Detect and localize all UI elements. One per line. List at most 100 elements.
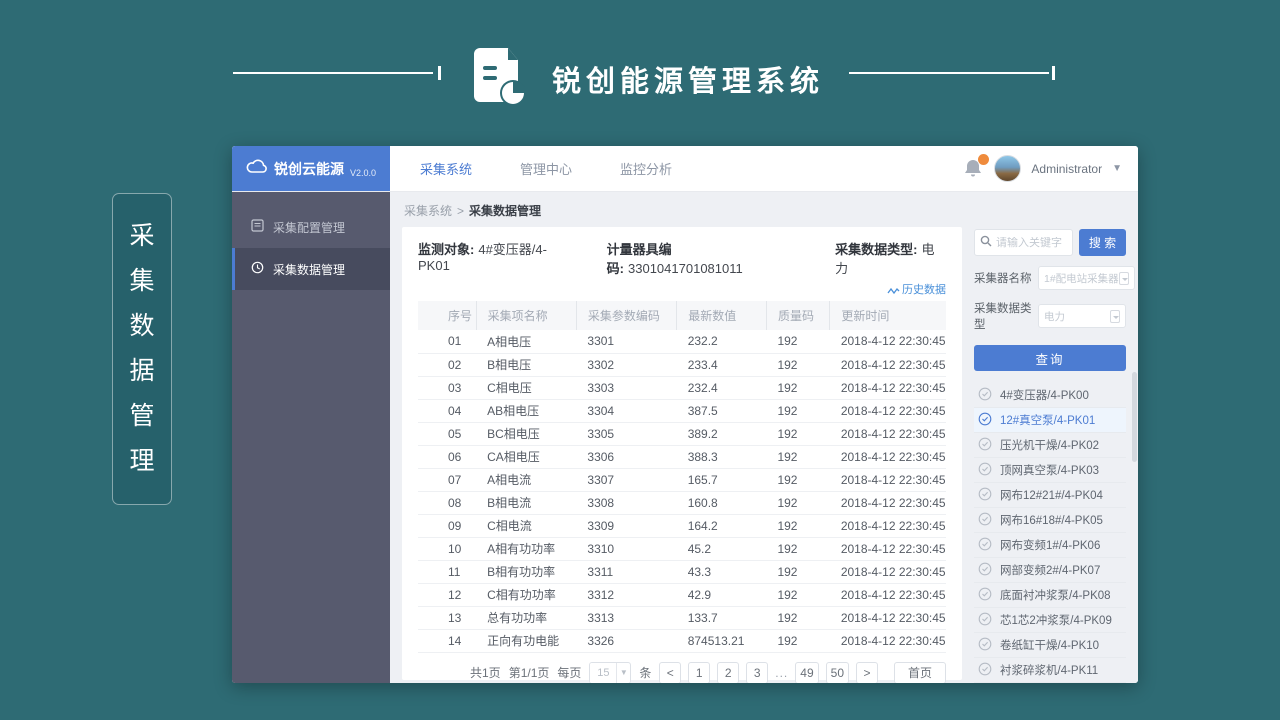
table-cell: B相电流 — [476, 491, 576, 514]
table-cell: 11 — [418, 560, 476, 583]
device-item[interactable]: 压光机干燥/4-PK02 — [974, 433, 1126, 458]
check-circle-icon — [978, 562, 992, 579]
app-topbar: 锐创云能源 V2.0.0 采集系统管理中心监控分析 Administrator … — [232, 146, 1138, 192]
column-header: 更新时间 — [830, 301, 946, 330]
page-button-1[interactable]: 1 — [688, 662, 710, 684]
table-cell: 192 — [766, 422, 829, 445]
table-cell: 04 — [418, 399, 476, 422]
table-cell: 232.4 — [677, 376, 767, 399]
table-row[interactable]: 02B相电压3302233.41922018-4-12 22:30:45 — [418, 353, 946, 376]
cloud-icon — [246, 159, 268, 179]
monitor-info-row: 监测对象:4#变压器/4-PK01计量器具编码:3301041701081011… — [418, 239, 946, 277]
table-cell: 3313 — [576, 606, 676, 629]
data-card: 监测对象:4#变压器/4-PK01计量器具编码:3301041701081011… — [402, 227, 962, 680]
clock-icon — [251, 261, 264, 277]
table-row[interactable]: 04AB相电压3304387.51922018-4-12 22:30:45 — [418, 399, 946, 422]
search-input[interactable] — [996, 237, 1067, 249]
table-cell: C相电流 — [476, 514, 576, 537]
app-logo[interactable]: 锐创云能源 V2.0.0 — [232, 146, 390, 191]
sidebar: 采集配置管理采集数据管理 — [232, 192, 390, 683]
device-item[interactable]: 卷纸缸干燥/4-PK10 — [974, 633, 1126, 658]
info-item: 计量器具编码:3301041701081011 — [607, 239, 805, 277]
device-item[interactable]: 网部变频2#/4-PK07 — [974, 558, 1126, 583]
table-cell: 3326 — [576, 629, 676, 652]
prev-page-button[interactable]: < — [659, 662, 681, 684]
device-item[interactable]: 衬浆碎浆机/4-PK11 — [974, 658, 1126, 683]
check-circle-icon — [978, 587, 992, 604]
per-page-label: 每页 — [557, 664, 581, 681]
search-button[interactable]: 搜 索 — [1079, 229, 1126, 256]
scrollbar-thumb[interactable] — [1132, 372, 1137, 462]
table-cell: 3305 — [576, 422, 676, 445]
device-item[interactable]: 芯1芯2冲浆泵/4-PK09 — [974, 608, 1126, 633]
notification-bell-icon[interactable] — [964, 158, 984, 180]
page-title: 锐创能源管理系统 — [552, 58, 824, 100]
check-circle-icon — [978, 612, 992, 629]
info-item: 采集数据类型:电力 — [835, 239, 946, 277]
table-cell: 42.9 — [677, 583, 767, 606]
device-name: 压光机干燥/4-PK02 — [1000, 437, 1099, 453]
table-row[interactable]: 12C相有功功率331242.91922018-4-12 22:30:45 — [418, 583, 946, 606]
first-page-button[interactable]: 首页 — [894, 662, 946, 684]
table-row[interactable]: 03C相电压3303232.41922018-4-12 22:30:45 — [418, 376, 946, 399]
table-row[interactable]: 05BC相电压3305389.21922018-4-12 22:30:45 — [418, 422, 946, 445]
table-cell: 3310 — [576, 537, 676, 560]
table-cell: 192 — [766, 583, 829, 606]
banner-char: 采 — [129, 224, 154, 249]
check-circle-icon — [978, 462, 992, 479]
next-page-button[interactable]: > — [856, 662, 878, 684]
table-row[interactable]: 09C相电流3309164.21922018-4-12 22:30:45 — [418, 514, 946, 537]
device-item[interactable]: 底面衬冲浆泵/4-PK08 — [974, 583, 1126, 608]
nav-item-管理中心[interactable]: 管理中心 — [520, 159, 572, 178]
breadcrumb-root[interactable]: 采集系统 — [404, 204, 452, 218]
filter-select-采集器名称[interactable]: 1#配电站采集器 — [1038, 266, 1135, 290]
spinner-caret-icon[interactable]: ▼ — [616, 662, 630, 684]
device-item[interactable]: 网布16#18#/4-PK05 — [974, 508, 1126, 533]
nav-item-采集系统[interactable]: 采集系统 — [420, 159, 472, 178]
device-item[interactable]: 网布12#21#/4-PK04 — [974, 483, 1126, 508]
table-cell: 192 — [766, 491, 829, 514]
device-name: 芯1芯2冲浆泵/4-PK09 — [1000, 612, 1112, 628]
table-cell: 3312 — [576, 583, 676, 606]
table-cell: 165.7 — [677, 468, 767, 491]
query-button[interactable]: 查询 — [974, 345, 1126, 371]
page-button-3[interactable]: 3 — [746, 662, 768, 684]
table-cell: 12 — [418, 583, 476, 606]
device-item[interactable]: 12#真空泵/4-PK01 — [974, 408, 1126, 433]
filter-select-采集数据类型[interactable]: 电力 — [1038, 304, 1126, 328]
table-row[interactable]: 01A相电压3301232.21922018-4-12 22:30:45 — [418, 330, 946, 353]
header-divider-left-tick — [438, 66, 441, 80]
dropdown-icon — [1119, 272, 1129, 285]
per-page-input[interactable]: ▼ — [589, 662, 631, 684]
table-row[interactable]: 14正向有功电能3326874513.211922018-4-12 22:30:… — [418, 629, 946, 652]
caret-down-icon[interactable]: ▼ — [1112, 163, 1122, 174]
avatar[interactable] — [994, 155, 1021, 182]
table-cell: B相电压 — [476, 353, 576, 376]
page-button-50[interactable]: 50 — [826, 662, 849, 684]
table-row[interactable]: 11B相有功功率331143.31922018-4-12 22:30:45 — [418, 560, 946, 583]
table-cell: 2018-4-12 22:30:45 — [830, 330, 946, 353]
table-row[interactable]: 13总有功功率3313133.71922018-4-12 22:30:45 — [418, 606, 946, 629]
page-button-49[interactable]: 49 — [795, 662, 818, 684]
history-data-link[interactable]: 历史数据 — [418, 281, 946, 296]
device-item[interactable]: 网布变频1#/4-PK06 — [974, 533, 1126, 558]
sidebar-item-采集数据管理[interactable]: 采集数据管理 — [232, 248, 390, 290]
dropdown-icon — [1110, 310, 1120, 323]
table-cell: C相电压 — [476, 376, 576, 399]
table-cell: 232.2 — [677, 330, 767, 353]
table-row[interactable]: 07A相电流3307165.71922018-4-12 22:30:45 — [418, 468, 946, 491]
table-cell: AB相电压 — [476, 399, 576, 422]
device-item[interactable]: 顶网真空泵/4-PK03 — [974, 458, 1126, 483]
page-button-2[interactable]: 2 — [717, 662, 739, 684]
table-cell: 01 — [418, 330, 476, 353]
nav-item-监控分析[interactable]: 监控分析 — [620, 159, 672, 178]
table-row[interactable]: 06CA相电压3306388.31922018-4-12 22:30:45 — [418, 445, 946, 468]
table-row[interactable]: 08B相电流3308160.81922018-4-12 22:30:45 — [418, 491, 946, 514]
config-doc-icon — [251, 219, 264, 235]
search-field[interactable] — [974, 229, 1073, 256]
sidebar-item-采集配置管理[interactable]: 采集配置管理 — [232, 206, 390, 248]
table-row[interactable]: 10A相有功功率331045.21922018-4-12 22:30:45 — [418, 537, 946, 560]
device-list: 4#变压器/4-PK0012#真空泵/4-PK01 压光机干燥/4-PK02 顶网真… — [974, 383, 1126, 683]
table-cell: 13 — [418, 606, 476, 629]
device-item[interactable]: 4#变压器/4-PK00 — [974, 383, 1126, 408]
